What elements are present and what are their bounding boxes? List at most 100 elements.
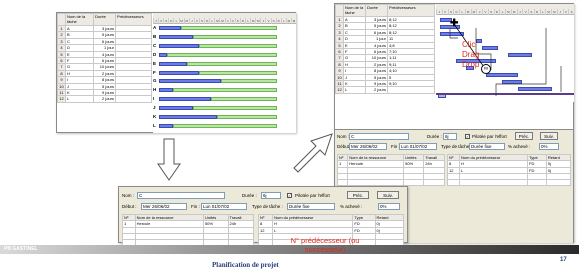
task-slack-segment bbox=[199, 70, 277, 75]
achev-input[interactable]: 0% bbox=[378, 203, 400, 210]
table-cell[interactable] bbox=[403, 178, 425, 186]
nom-input[interactable]: C bbox=[349, 133, 409, 140]
task-duration-segment bbox=[159, 123, 173, 128]
table-cell[interactable] bbox=[423, 178, 445, 186]
table-cell-n[interactable]: 12 bbox=[57, 95, 66, 103]
gantt-timescale: JVSDLMMJVSDLMMJVSDLMMJVSDLMM bbox=[153, 13, 296, 24]
duree-input[interactable]: 6j bbox=[261, 192, 281, 199]
task-slack-segment bbox=[199, 43, 277, 48]
table-cell[interactable] bbox=[336, 178, 349, 186]
table-cell-pred[interactable] bbox=[115, 95, 152, 103]
debut-input[interactable]: Mer 26/06/02 bbox=[141, 203, 187, 210]
table-cell[interactable] bbox=[527, 179, 547, 187]
table-header[interactable]: Nom de la tâche bbox=[65, 13, 94, 26]
table-cell-name[interactable]: L bbox=[65, 95, 94, 103]
table-header[interactable]: Durée bbox=[365, 4, 388, 17]
duree-label: Durée : bbox=[427, 134, 442, 139]
table-header bbox=[335, 4, 344, 17]
task-duration-segment bbox=[159, 61, 187, 66]
resource-table: Nº Nom de la ressource Unités Travail 1 Herc… bbox=[122, 213, 255, 246]
suiv-button[interactable]: Suiv. bbox=[540, 132, 558, 140]
type-select[interactable]: Durée fixe bbox=[287, 203, 335, 210]
gantt-bar-label: K bbox=[153, 114, 157, 119]
pilotee-checkbox[interactable]: ✓ bbox=[465, 134, 470, 139]
task-duration-segment bbox=[159, 70, 199, 75]
link-cursor-icon: ∞ bbox=[481, 64, 491, 74]
empty-row[interactable] bbox=[336, 178, 445, 186]
table-cell[interactable] bbox=[458, 179, 529, 187]
table-row[interactable]: 12 L 2 jours bbox=[335, 86, 435, 94]
duree-input[interactable]: 6j bbox=[443, 133, 457, 140]
task-slack-segment bbox=[217, 115, 277, 119]
nom-label: Nom : bbox=[122, 193, 135, 198]
task-duration-segment bbox=[159, 26, 181, 30]
pilotee-checkbox[interactable]: ✓ bbox=[287, 193, 292, 198]
left-task-table: Nom de la tâche Durée Prédécesseurs 1A3 … bbox=[57, 13, 152, 103]
task-slack-segment bbox=[187, 61, 277, 66]
predecessor-annotation: N° prédécesseur (ou successeur) bbox=[270, 236, 380, 254]
gantt-task-bar[interactable] bbox=[159, 70, 277, 75]
task-slack-segment bbox=[167, 52, 277, 57]
table-cell-dur[interactable]: 2 jours bbox=[93, 95, 116, 103]
gantt-task-bar[interactable] bbox=[159, 97, 277, 102]
gantt-task-bar[interactable] bbox=[159, 52, 277, 57]
table-cell-pred[interactable] bbox=[387, 86, 435, 94]
gantt-bar-label: L bbox=[153, 122, 156, 128]
left-gantt-window: Nom de la tâche Durée Prédécesseurs 1A3 … bbox=[56, 12, 296, 133]
clic-drag-drop-annotation: Clic Drag Drop bbox=[462, 40, 479, 70]
gantt-task-bar[interactable] bbox=[159, 123, 277, 128]
pilotee-label: Pilotée par l'effort bbox=[295, 193, 330, 198]
gantt-task-bar[interactable] bbox=[159, 34, 277, 39]
nom-label: Nom : bbox=[337, 134, 350, 139]
suiv-button[interactable]: Suiv. bbox=[377, 191, 399, 199]
table-cell[interactable] bbox=[347, 178, 405, 186]
table-cell[interactable] bbox=[545, 179, 572, 187]
table-header[interactable]: Nom de la tâche bbox=[343, 4, 366, 17]
debut-input[interactable]: Mer 26/06/02 bbox=[349, 143, 387, 150]
table-header[interactable]: Durée bbox=[93, 13, 116, 26]
gantt-bar-label: A bbox=[153, 25, 157, 30]
table-header[interactable]: Prédécesseurs bbox=[115, 13, 152, 26]
bottom-task-form: Nom : C Durée : 6j ✓ Pilotée par l'effor… bbox=[118, 186, 408, 247]
gantt-task-bar[interactable] bbox=[159, 88, 277, 93]
gantt-task-bar[interactable] bbox=[159, 106, 277, 111]
empty-row[interactable] bbox=[447, 179, 572, 187]
table-cell-name[interactable]: L bbox=[343, 86, 366, 94]
gantt-task-bar[interactable] bbox=[159, 61, 277, 66]
task-slack-segment bbox=[181, 26, 277, 30]
nom-input[interactable]: C bbox=[137, 192, 225, 199]
gantt-bar-label: E bbox=[153, 60, 157, 66]
down-arrow-shape bbox=[157, 138, 181, 181]
achev-input[interactable]: 0% bbox=[539, 143, 559, 150]
predecessor-table: Nº Nom du prédécesseur Type Retard 8 H FD 0j 12… bbox=[447, 153, 572, 187]
fin-input[interactable]: Lun 01/07/02 bbox=[399, 143, 437, 150]
table-cell-dur[interactable]: 2 jours bbox=[365, 86, 388, 94]
left-gantt-chart[interactable]: JVSDLMMJVSDLMMJVSDLMMJVSDLMM ABCDEFGHIJK… bbox=[153, 13, 296, 133]
task-duration-segment bbox=[159, 106, 193, 111]
debut-label: Début : bbox=[122, 204, 137, 209]
table-cell[interactable] bbox=[447, 179, 460, 187]
table-cell-n[interactable]: 12 bbox=[335, 86, 344, 94]
gantt-task-bar[interactable] bbox=[159, 115, 277, 119]
right-gantt-chart[interactable]: JVSDLMMJVSDLMMJVSDLMMJVS ✚ ∞ Clic Drag D… bbox=[436, 4, 574, 102]
gantt-bar-label: B bbox=[153, 33, 157, 39]
gantt-bar-label: F bbox=[153, 69, 156, 75]
task-duration-segment bbox=[159, 88, 173, 93]
gantt-task-bar[interactable] bbox=[159, 26, 277, 30]
gantt-bar-label: C bbox=[153, 42, 157, 48]
task-duration-segment bbox=[159, 52, 167, 57]
fin-input[interactable]: Lun 01/07/02 bbox=[201, 203, 247, 210]
gantt-task-bar[interactable] bbox=[159, 43, 277, 48]
type-label: Type de tâche : bbox=[441, 144, 472, 149]
task-slack-segment bbox=[193, 106, 277, 111]
type-select[interactable]: Durée fixe bbox=[469, 143, 505, 150]
task-duration-segment bbox=[159, 115, 217, 119]
prec-button[interactable]: Préc. bbox=[347, 191, 369, 199]
gantt-task-bar[interactable] bbox=[159, 79, 277, 84]
task-slack-segment bbox=[173, 88, 277, 93]
table-row[interactable]: 12 L 2 jours bbox=[57, 95, 152, 103]
duree-label: Durée : bbox=[242, 193, 257, 198]
prec-button[interactable]: Préc. bbox=[515, 132, 533, 140]
fin-label: Fin : bbox=[191, 204, 200, 209]
table-header[interactable]: Prédécesseurs bbox=[387, 4, 435, 17]
